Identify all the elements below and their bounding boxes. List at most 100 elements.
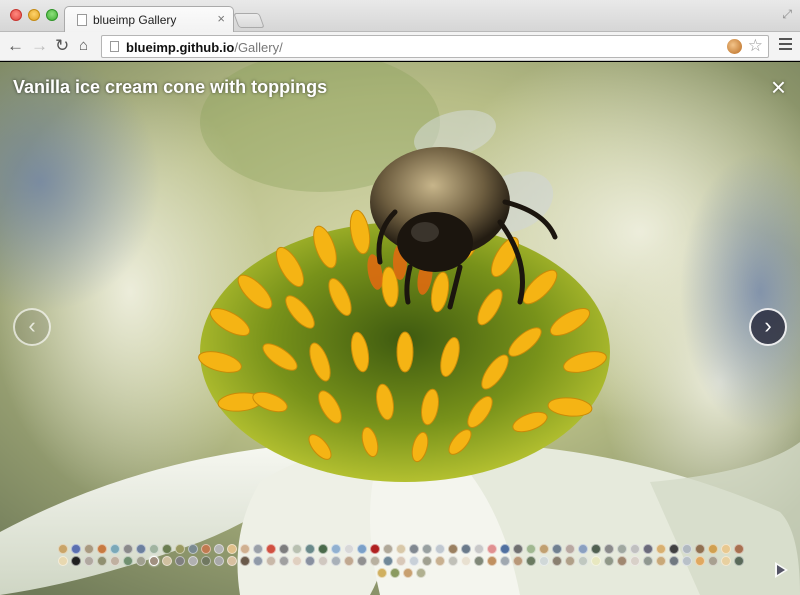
slide-indicator[interactable]	[708, 556, 718, 566]
slide-indicator[interactable]	[331, 544, 341, 554]
slide-indicator[interactable]	[500, 544, 510, 554]
slide-indicator[interactable]	[396, 556, 406, 566]
slide-indicator[interactable]	[474, 556, 484, 566]
slide-indicator[interactable]	[500, 556, 510, 566]
slide-indicator[interactable]	[175, 556, 185, 566]
slide-indicator[interactable]	[565, 544, 575, 554]
slide-indicator[interactable]	[58, 556, 68, 566]
tab-blueimp-gallery[interactable]: blueimp Gallery ×	[64, 6, 234, 33]
slide-indicator[interactable]	[266, 556, 276, 566]
slide-indicator[interactable]	[175, 544, 185, 554]
slide-indicator[interactable]	[513, 556, 523, 566]
zoom-window-button[interactable]	[46, 9, 58, 21]
slide-indicator[interactable]	[162, 544, 172, 554]
slide-indicator[interactable]	[682, 544, 692, 554]
slide-indicator[interactable]	[279, 544, 289, 554]
slide-indicator[interactable]	[526, 556, 536, 566]
slide-indicator[interactable]	[695, 544, 705, 554]
slide-indicator[interactable]	[97, 544, 107, 554]
slide-indicator[interactable]	[461, 556, 471, 566]
slide-indicator[interactable]	[136, 544, 146, 554]
slide-indicator[interactable]	[357, 544, 367, 554]
slide-indicator[interactable]	[84, 544, 94, 554]
slide-indicator[interactable]	[214, 556, 224, 566]
forward-icon[interactable]: →	[31, 35, 48, 57]
slide-indicator[interactable]	[357, 556, 367, 566]
slide-indicator[interactable]	[448, 556, 458, 566]
url-text[interactable]: blueimp.github.io/Gallery/	[126, 40, 283, 55]
back-icon[interactable]: ←	[7, 35, 24, 57]
close-window-button[interactable]	[10, 9, 22, 21]
slide-indicator[interactable]	[201, 556, 211, 566]
slide-indicator[interactable]	[669, 544, 679, 554]
slide-indicator[interactable]	[123, 544, 133, 554]
slide-indicator[interactable]	[617, 556, 627, 566]
tab-close-icon[interactable]: ×	[217, 11, 225, 26]
slide-indicator[interactable]	[370, 544, 380, 554]
slide-indicator[interactable]	[240, 544, 250, 554]
slide-indicator[interactable]	[318, 544, 328, 554]
home-icon[interactable]: ⌂	[79, 35, 88, 57]
bookmark-star-icon[interactable]: ☆	[748, 36, 763, 56]
slide-indicator[interactable]	[578, 544, 588, 554]
play-pause-icon[interactable]	[775, 562, 788, 578]
slide-indicator[interactable]	[461, 544, 471, 554]
slide-indicator[interactable]	[331, 556, 341, 566]
slide-indicator[interactable]	[253, 544, 263, 554]
slide-indicator[interactable]	[591, 544, 601, 554]
slide-indicator[interactable]	[227, 544, 237, 554]
slide-indicator[interactable]	[422, 556, 432, 566]
slide-indicator[interactable]	[266, 544, 276, 554]
slide-indicator[interactable]	[422, 544, 432, 554]
slide-indicator[interactable]	[305, 544, 315, 554]
new-tab-button[interactable]	[233, 13, 265, 28]
slide-indicator[interactable]	[214, 544, 224, 554]
slide-indicator[interactable]	[344, 544, 354, 554]
slide-indicator[interactable]	[71, 544, 81, 554]
slide-indicator[interactable]	[227, 556, 237, 566]
slide-indicator[interactable]	[149, 544, 159, 554]
slide-indicator[interactable]	[318, 556, 328, 566]
slide-indicator[interactable]	[84, 556, 94, 566]
previous-slide-button[interactable]: ‹	[13, 308, 51, 346]
slide-indicator[interactable]	[617, 544, 627, 554]
slide-indicator[interactable]	[630, 544, 640, 554]
slide-indicator[interactable]	[292, 556, 302, 566]
close-icon[interactable]: ×	[771, 74, 786, 100]
slide-indicator[interactable]	[513, 544, 523, 554]
slide-indicator[interactable]	[552, 556, 562, 566]
slide-indicator[interactable]	[370, 556, 380, 566]
slide-indicator[interactable]	[630, 556, 640, 566]
slide-indicator[interactable]	[487, 556, 497, 566]
slide-indicator[interactable]	[149, 556, 159, 566]
slide-indicator[interactable]	[110, 556, 120, 566]
slide-indicator[interactable]	[383, 544, 393, 554]
slide-indicator[interactable]	[734, 544, 744, 554]
slide-indicator[interactable]	[409, 556, 419, 566]
slide-indicator[interactable]	[188, 556, 198, 566]
slide-indicator[interactable]	[435, 544, 445, 554]
slide-indicator[interactable]	[604, 544, 614, 554]
slide-indicator[interactable]	[721, 556, 731, 566]
slide-indicator[interactable]	[415, 568, 426, 578]
slide-indicator[interactable]	[695, 556, 705, 566]
slide-indicator[interactable]	[656, 556, 666, 566]
slide-indicator[interactable]	[110, 544, 120, 554]
extension-icon[interactable]	[727, 39, 742, 54]
slide-indicator[interactable]	[240, 556, 250, 566]
slide-indicator[interactable]	[643, 556, 653, 566]
slide-indicator[interactable]	[383, 556, 393, 566]
minimize-window-button[interactable]	[28, 9, 40, 21]
slide-indicator[interactable]	[396, 544, 406, 554]
slide-indicator[interactable]	[292, 544, 302, 554]
slide-indicator[interactable]	[552, 544, 562, 554]
slide-indicator[interactable]	[253, 556, 263, 566]
slide-indicator[interactable]	[435, 556, 445, 566]
slide-indicator[interactable]	[448, 544, 458, 554]
slide-indicator[interactable]	[643, 544, 653, 554]
slide-indicator[interactable]	[279, 556, 289, 566]
slide-indicator[interactable]	[305, 556, 315, 566]
slide-indicator[interactable]	[604, 556, 614, 566]
slide-indicator[interactable]	[487, 544, 497, 554]
slide-indicator[interactable]	[656, 544, 666, 554]
